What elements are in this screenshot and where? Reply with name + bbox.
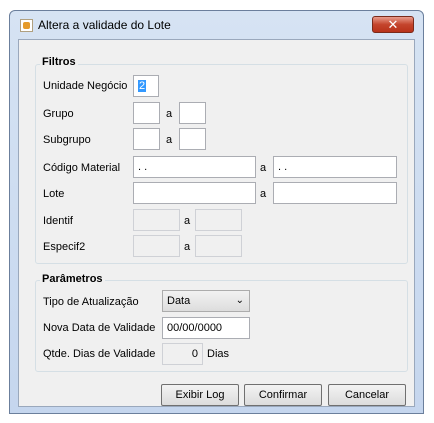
chevron-down-icon: ⌄ [235, 295, 244, 306]
codigo-label: Código Material [43, 162, 121, 174]
subgrupo-label: Subgrupo [43, 134, 91, 146]
lote-sep: a [260, 188, 267, 200]
tipo-value: Data [167, 295, 191, 307]
especif-from-input [133, 235, 180, 257]
unidade-input[interactable]: 2 [133, 75, 159, 97]
app-icon [20, 19, 33, 32]
exibir-log-button[interactable]: Exibir Log [161, 384, 239, 406]
grupo-sep: a [166, 108, 173, 120]
dias-unit: Dias [207, 348, 230, 360]
lote-to-input[interactable] [273, 182, 397, 204]
grupo-from-input[interactable] [133, 102, 160, 124]
lote-from-input[interactable] [133, 182, 256, 204]
identif-to-input [195, 209, 242, 231]
tipo-label: Tipo de Atualização [43, 296, 139, 308]
codigo-sep: a [260, 162, 267, 174]
cancelar-button[interactable]: Cancelar [328, 384, 406, 406]
lote-label: Lote [43, 188, 65, 200]
subgrupo-to-input[interactable] [179, 128, 206, 150]
confirmar-button[interactable]: Confirmar [244, 384, 322, 406]
dialog-body: Filtros Unidade Negócio 2 Grupo a Subgru… [18, 39, 415, 407]
unidade-value: 2 [138, 80, 147, 92]
unidade-label: Unidade Negócio [43, 80, 128, 92]
especif-sep: a [184, 241, 191, 253]
qtde-label: Qtde. Dias de Validade [43, 348, 156, 360]
subgrupo-sep: a [166, 134, 173, 146]
close-button[interactable]: ✕ [372, 16, 414, 33]
identif-label: Identif [43, 215, 73, 227]
nova-data-input[interactable]: 00/00/0000 [162, 317, 250, 339]
subgrupo-from-input[interactable] [133, 128, 160, 150]
codigo-from-input[interactable]: . . [133, 156, 256, 178]
tipo-select[interactable]: Data ⌄ [162, 290, 250, 312]
grupo-to-input[interactable] [179, 102, 206, 124]
codigo-to-input[interactable]: . . [273, 156, 397, 178]
identif-sep: a [184, 215, 191, 227]
parametros-title: Parâmetros [40, 273, 105, 285]
window-title: Altera a validade do Lote [38, 18, 171, 32]
especif-label: Especif2 [43, 241, 86, 253]
qtde-dias-input: 0 [162, 343, 203, 365]
title-bar[interactable]: Altera a validade do Lote ✕ [10, 11, 423, 39]
especif-to-input [195, 235, 242, 257]
grupo-label: Grupo [43, 108, 74, 120]
identif-from-input [133, 209, 180, 231]
filtros-title: Filtros [40, 56, 78, 68]
dialog-window: Altera a validade do Lote ✕ Filtros Unid… [9, 10, 424, 414]
nova-label: Nova Data de Validade [43, 322, 156, 334]
